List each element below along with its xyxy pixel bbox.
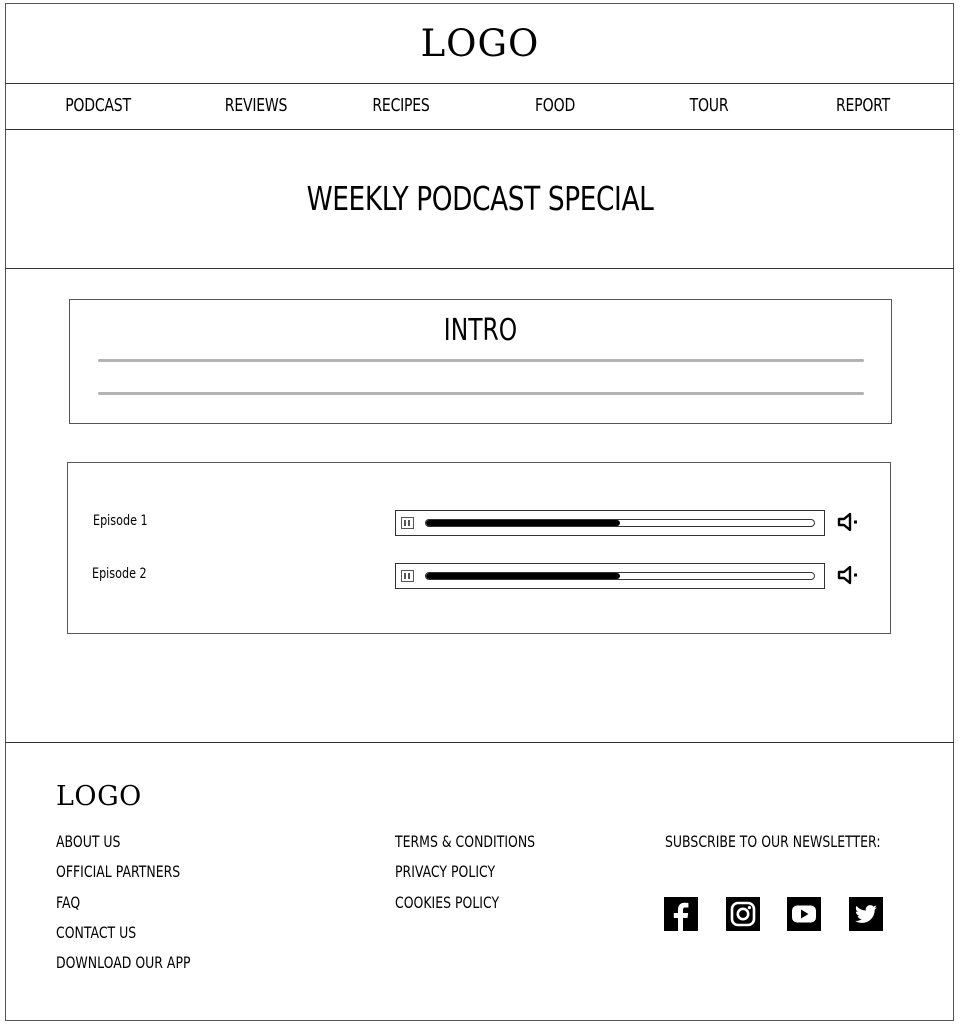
audio-player: [395, 563, 825, 589]
episode-label: Episode 1: [93, 513, 148, 529]
youtube-icon[interactable]: [787, 897, 821, 931]
footer-link-about[interactable]: ABOUT US: [56, 832, 120, 852]
nav-item-tour[interactable]: TOUR: [654, 92, 763, 120]
facebook-icon[interactable]: [664, 897, 698, 931]
footer-link-contact[interactable]: CONTACT US: [56, 923, 136, 943]
newsletter-heading: SUBSCRIBE TO OUR NEWSLETTER:: [665, 832, 881, 851]
episode-player-section: Episode 1 Episode 2: [67, 462, 891, 634]
intro-text-placeholder: [98, 392, 864, 395]
nav-item-report[interactable]: REPORT: [808, 92, 917, 120]
page-title: WEEKLY PODCAST SPECIAL: [306, 179, 654, 218]
intro-section: INTRO: [69, 299, 892, 424]
speaker-icon[interactable]: [837, 511, 859, 533]
nav-item-reviews[interactable]: REVIEWS: [201, 92, 310, 120]
footer-link-terms[interactable]: TERMS & CONDITIONS: [395, 832, 535, 852]
progress-fill: [426, 520, 620, 526]
footer-logo[interactable]: LOGO: [56, 781, 142, 813]
pause-icon[interactable]: [401, 517, 414, 529]
title-divider: [5, 268, 954, 269]
footer-link-cookies[interactable]: COOKIES POLICY: [395, 893, 499, 913]
nav-item-recipes[interactable]: RECIPES: [346, 92, 455, 120]
nav-item-podcast[interactable]: PODCAST: [43, 92, 152, 120]
footer-link-privacy[interactable]: PRIVACY POLICY: [395, 862, 495, 882]
footer-link-faq[interactable]: FAQ: [56, 893, 80, 913]
footer-link-download-app[interactable]: DOWNLOAD OUR APP: [56, 953, 191, 973]
nav-divider: [5, 129, 954, 130]
instagram-icon[interactable]: [726, 897, 760, 931]
twitter-icon[interactable]: [849, 897, 883, 931]
audio-player: [395, 510, 825, 536]
progress-track[interactable]: [425, 519, 815, 527]
header-logo[interactable]: LOGO: [0, 22, 960, 66]
intro-title: INTRO: [443, 313, 518, 348]
footer-divider: [5, 742, 954, 743]
header-divider: [5, 83, 954, 84]
nav-item-food[interactable]: FOOD: [500, 92, 609, 120]
intro-text-placeholder: [98, 359, 864, 362]
progress-track[interactable]: [425, 572, 815, 580]
pause-icon[interactable]: [401, 570, 414, 582]
episode-label: Episode 2: [92, 566, 147, 582]
speaker-icon[interactable]: [837, 564, 859, 586]
footer-link-partners[interactable]: OFFICIAL PARTNERS: [56, 862, 180, 882]
progress-fill: [426, 573, 620, 579]
